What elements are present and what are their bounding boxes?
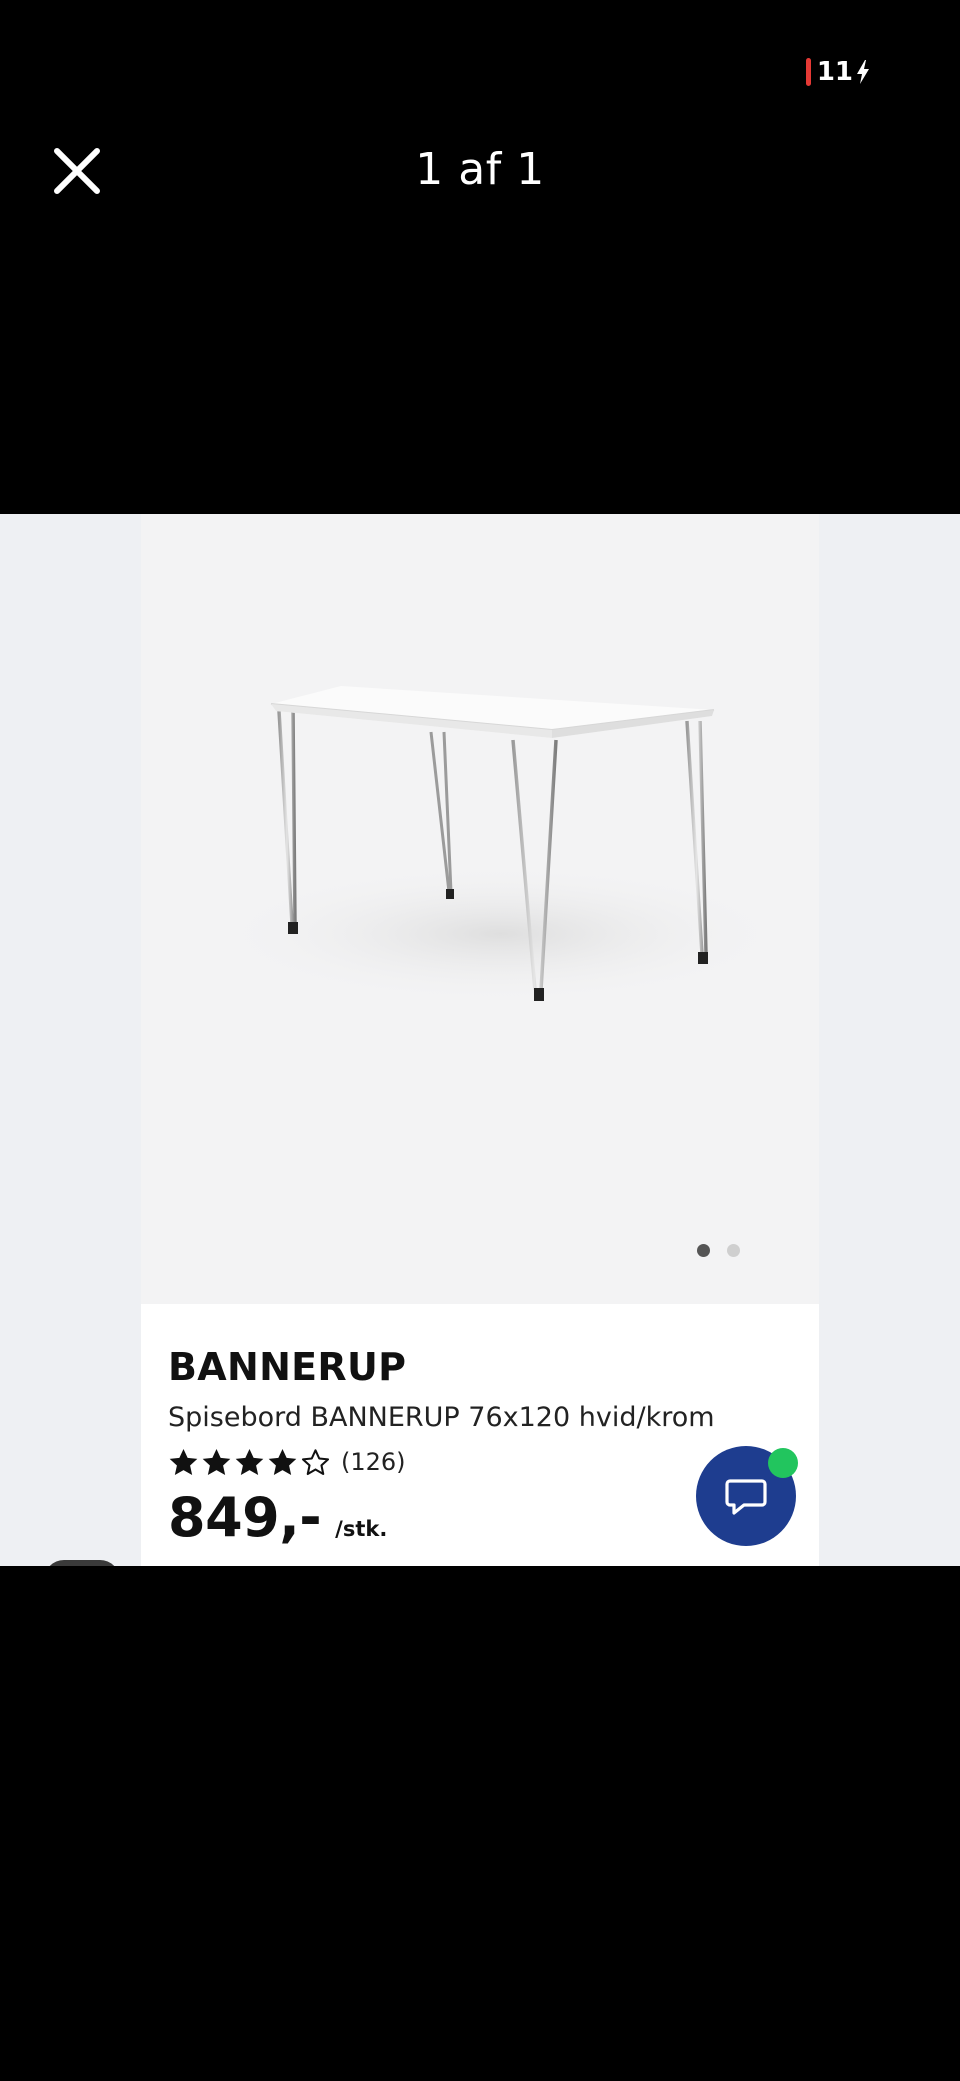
product-image[interactable]: [141, 514, 819, 1304]
screenshot-viewport: BANNERUP Spisebord BANNERUP 76x120 hvid/…: [0, 514, 960, 1566]
status-bar: 11: [805, 50, 870, 94]
star-rating: [168, 1447, 331, 1478]
product-card: BANNERUP Spisebord BANNERUP 76x120 hvid/…: [141, 514, 819, 1566]
image-counter: 1 af 1: [415, 144, 545, 195]
star-filled-icon: [169, 1448, 198, 1475]
chat-bubble-icon: [725, 1479, 767, 1515]
price: 849,-: [168, 1486, 322, 1549]
online-status-dot: [768, 1448, 798, 1478]
review-count: (126): [341, 1448, 406, 1476]
product-description: Spisebord BANNERUP 76x120 hvid/krom: [168, 1402, 715, 1433]
bottom-backdrop: [0, 1566, 960, 2081]
carousel-dots: [697, 1244, 740, 1257]
table-illustration: [211, 686, 791, 1004]
star-outline-icon: [301, 1448, 330, 1475]
star-filled-icon: [202, 1448, 231, 1475]
battery-level: 11: [816, 57, 853, 87]
product-name: BANNERUP: [168, 1345, 407, 1389]
price-unit: /stk.: [335, 1517, 388, 1541]
carousel-dot-1[interactable]: [697, 1244, 710, 1257]
star-filled-icon: [235, 1448, 264, 1475]
battery-icon: [805, 58, 811, 86]
charging-bolt-icon: [857, 60, 869, 84]
carousel-dot-2[interactable]: [727, 1244, 740, 1257]
star-filled-icon: [268, 1448, 297, 1475]
